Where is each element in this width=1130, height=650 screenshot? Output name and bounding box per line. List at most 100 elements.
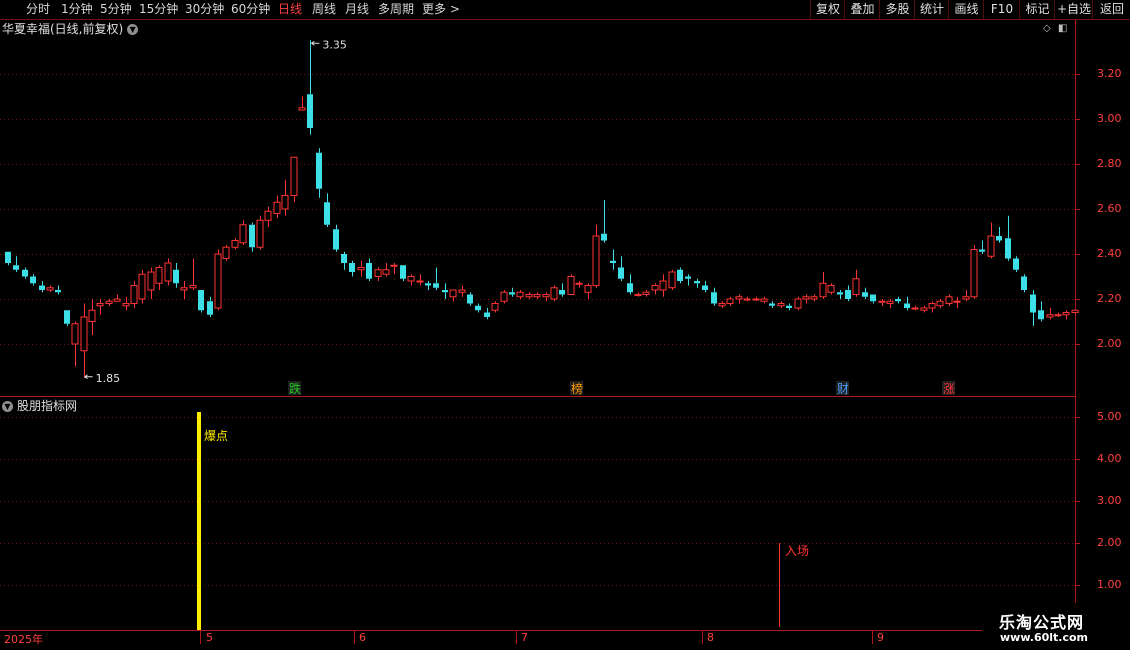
candle-body-down	[610, 260, 616, 263]
candle-body-up	[567, 276, 575, 295]
candle	[953, 296, 961, 308]
candle-body-up	[189, 285, 197, 289]
candle	[516, 290, 524, 299]
signal-label-ruchang: 入场	[785, 544, 809, 558]
candle-body-up	[886, 300, 894, 304]
candle	[979, 240, 985, 254]
candle-body-down	[13, 265, 19, 270]
axis-lines	[0, 20, 1080, 644]
candle-body-up	[920, 307, 928, 311]
price-tick: 3.20	[1097, 67, 1122, 80]
candle	[567, 274, 575, 295]
candle-body-down	[627, 283, 633, 293]
candle	[702, 281, 708, 293]
candle-body-down	[1030, 294, 1036, 313]
candle	[249, 222, 255, 252]
candle-body-down	[366, 263, 372, 279]
candle	[88, 299, 96, 335]
candle	[442, 283, 448, 299]
candle-body-down	[1013, 258, 1019, 270]
candle	[584, 283, 592, 299]
candle-body-up	[96, 303, 104, 307]
diamond-icon[interactable]: ◇	[1043, 23, 1051, 34]
candle-body-down	[618, 267, 624, 279]
candle-body-down	[895, 299, 901, 302]
candle	[198, 290, 204, 313]
chevron-down-icon[interactable]: ▼	[127, 24, 139, 35]
indicator-title-text: 股朋指标网	[17, 399, 78, 413]
candle-body-up	[760, 298, 768, 302]
candle-body-up	[239, 224, 247, 244]
candle-body-up	[777, 303, 785, 307]
candle-body-up	[525, 294, 533, 298]
candle-body-up	[651, 285, 659, 291]
indicator-title[interactable]: ▼ 股朋指标网	[2, 398, 77, 414]
indicator-tick: 2.00	[1097, 536, 1122, 549]
candle	[374, 267, 382, 281]
candle	[484, 308, 490, 320]
candle-body-up	[164, 262, 172, 282]
candle	[1054, 312, 1062, 317]
grid-lines	[0, 74, 1075, 586]
high-price-label: 3.35	[322, 38, 347, 51]
candle	[726, 296, 734, 306]
candle-body-down	[845, 290, 851, 299]
candle	[677, 267, 683, 284]
candle-body-down	[509, 292, 515, 295]
candle	[525, 292, 533, 299]
candle	[256, 215, 264, 250]
candle	[862, 287, 868, 299]
candle	[610, 249, 616, 270]
candle	[642, 290, 650, 297]
candle-body-down	[341, 254, 347, 263]
candle	[341, 251, 347, 270]
candle-body-down	[207, 301, 213, 315]
candle-body-down	[39, 285, 45, 290]
candle	[735, 294, 743, 304]
candle	[1021, 274, 1027, 293]
candle	[467, 292, 473, 306]
candle-body-down	[400, 265, 406, 279]
stock-title[interactable]: 华夏幸福(日线,前复权) ▼	[2, 21, 139, 37]
candle	[794, 296, 802, 311]
candle	[920, 305, 928, 313]
candle-body-down	[55, 290, 61, 293]
candle	[273, 195, 281, 218]
candle-body-up	[491, 303, 499, 311]
candle-body-up	[743, 298, 751, 301]
candle	[592, 224, 600, 288]
candle-body-up	[592, 235, 600, 286]
candle-body-up	[550, 287, 558, 300]
candle-body-down	[711, 292, 717, 304]
price-tick: 2.00	[1097, 337, 1122, 350]
candle-body-up	[357, 267, 365, 271]
candle-body-up	[584, 285, 592, 293]
candle-body-down	[484, 312, 490, 317]
candle-body-up	[273, 201, 281, 214]
candle	[936, 299, 944, 308]
candle	[71, 321, 79, 367]
kline-chart[interactable]: 爆点入场 3.35 1.85 跌 榜 财 涨	[0, 0, 1130, 650]
split-pane-icon[interactable]: ◧	[1058, 23, 1067, 34]
chevron-down-icon[interactable]: ▼	[2, 401, 13, 412]
candle	[601, 200, 607, 243]
candle	[500, 290, 508, 304]
price-tick: 2.20	[1097, 292, 1122, 305]
candle-body-up	[113, 298, 121, 302]
candle-body-up	[1046, 314, 1054, 318]
candle	[802, 294, 810, 304]
candle-body-up	[945, 296, 953, 304]
candle	[39, 281, 45, 293]
candle	[366, 258, 372, 281]
candle	[407, 274, 415, 286]
candle	[173, 263, 179, 288]
candle-body-up	[138, 273, 146, 300]
signal-label-baodian: 爆点	[204, 429, 228, 443]
candle-body-up	[752, 298, 760, 301]
candle-body-down	[702, 285, 708, 290]
candle	[96, 299, 104, 315]
candle-body-down	[694, 281, 700, 284]
candle	[222, 245, 230, 261]
candle-body-up	[180, 287, 188, 291]
candle	[64, 310, 70, 326]
